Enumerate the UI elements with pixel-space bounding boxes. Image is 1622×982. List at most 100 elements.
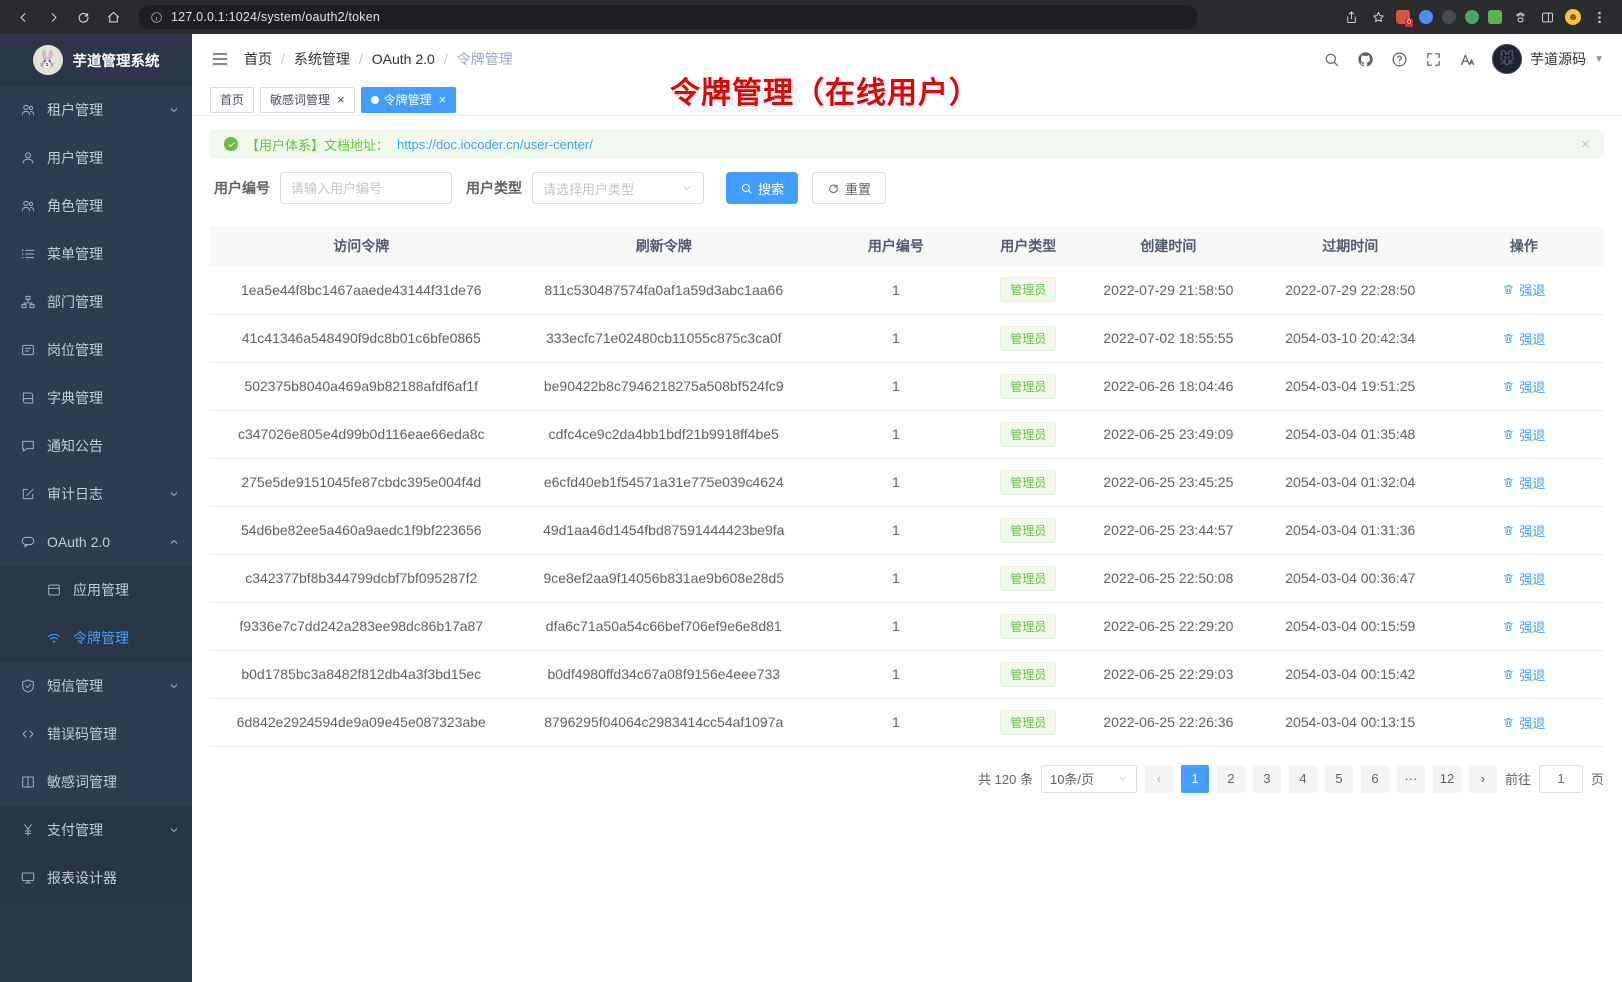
force-logout-button[interactable]: 强退 — [1502, 569, 1545, 588]
split-view-icon[interactable] — [1538, 8, 1556, 26]
extension-green-icon[interactable] — [1465, 10, 1479, 24]
sidebar-item[interactable]: 部门管理 — [0, 278, 192, 326]
page-size-select[interactable]: 10条/页 — [1041, 765, 1137, 793]
fullscreen-icon[interactable] — [1424, 50, 1442, 68]
expires-cell: 2022-07-29 22:28:50 — [1257, 266, 1444, 314]
page-button[interactable]: 6 — [1361, 765, 1389, 793]
user-menu[interactable]: 🐭 芋道源码 ▼ — [1492, 44, 1604, 74]
extension-blue-icon[interactable] — [1419, 10, 1433, 24]
sidebar-item[interactable]: 敏感词管理 — [0, 758, 192, 806]
sensitive-words-icon — [20, 774, 36, 790]
goto-page-input[interactable] — [1539, 765, 1583, 793]
browser-menu-icon[interactable] — [1590, 8, 1608, 26]
sidebar-item[interactable]: 租户管理 — [0, 86, 192, 134]
site-info-icon[interactable] — [150, 11, 163, 24]
app-logo[interactable]: 🐰 芋道管理系统 — [0, 34, 192, 86]
sidebar-item[interactable]: 菜单管理 — [0, 230, 192, 278]
sidebar-item[interactable]: 错误码管理 — [0, 710, 192, 758]
action-cell: 强退 — [1444, 602, 1604, 650]
forward-icon[interactable] — [40, 4, 66, 30]
action-cell: 强退 — [1444, 266, 1604, 314]
force-logout-button[interactable]: 强退 — [1502, 329, 1545, 348]
font-size-icon[interactable] — [1458, 50, 1476, 68]
breadcrumb-oauth[interactable]: OAuth 2.0 — [372, 51, 435, 67]
reset-button[interactable]: 重置 — [812, 172, 886, 204]
force-logout-button[interactable]: 强退 — [1502, 280, 1545, 299]
force-logout-button[interactable]: 强退 — [1502, 713, 1545, 732]
breadcrumb-home[interactable]: 首页 — [244, 49, 272, 69]
search-icon[interactable] — [1322, 50, 1340, 68]
user-type-cell: 管理员 — [977, 506, 1080, 554]
more-pages-button[interactable]: ··· — [1397, 765, 1425, 793]
tab-label: 首页 — [220, 91, 244, 108]
close-icon[interactable]: × — [337, 93, 345, 106]
page-button[interactable]: 1 — [1181, 765, 1209, 793]
tab-item[interactable]: 首页 — [210, 87, 254, 113]
refresh-token-cell: 811c530487574fa0af1a59d3abc1aa66 — [513, 266, 816, 314]
tab-item[interactable]: 敏感词管理× — [260, 87, 355, 113]
user-type-select[interactable]: 请选择用户类型 — [532, 172, 704, 204]
page-content: 【用户体系】文档地址： https://doc.iocoder.cn/user-… — [192, 116, 1622, 982]
tab-item[interactable]: 令牌管理× — [361, 87, 457, 113]
sidebar-item[interactable]: 角色管理 — [0, 182, 192, 230]
force-logout-button[interactable]: 强退 — [1502, 665, 1545, 684]
github-icon[interactable] — [1356, 50, 1374, 68]
profile-avatar[interactable]: ☻ — [1565, 9, 1581, 25]
collapse-menu-icon[interactable] — [210, 49, 230, 69]
url-text[interactable]: 127.0.0.1:1024/system/oauth2/token — [171, 10, 380, 24]
bookmark-star-icon[interactable] — [1369, 8, 1387, 26]
next-page-button[interactable]: › — [1469, 765, 1497, 793]
sidebar-item[interactable]: 岗位管理 — [0, 326, 192, 374]
home-icon[interactable] — [100, 4, 126, 30]
extension-red-icon[interactable]: 0 — [1396, 10, 1410, 24]
back-icon[interactable] — [10, 4, 36, 30]
extension-paw-icon[interactable] — [1511, 8, 1529, 26]
address-bar[interactable]: 127.0.0.1:1024/system/oauth2/token — [138, 5, 1198, 29]
created-cell: 2022-06-25 22:29:20 — [1080, 602, 1257, 650]
extension-dark-icon[interactable] — [1442, 10, 1456, 24]
sidebar-item[interactable]: 令牌管理 — [0, 614, 192, 662]
sidebar-item[interactable]: 报表设计器 — [0, 854, 192, 902]
reload-icon[interactable] — [70, 4, 96, 30]
user-type-cell: 管理员 — [977, 362, 1080, 410]
share-icon[interactable] — [1342, 8, 1360, 26]
doc-link[interactable]: https://doc.iocoder.cn/user-center/ — [397, 137, 593, 152]
sidebar-item[interactable]: 短信管理 — [0, 662, 192, 710]
page-button[interactable]: 4 — [1289, 765, 1317, 793]
close-icon[interactable]: × — [1581, 136, 1590, 153]
force-logout-button[interactable]: 强退 — [1502, 473, 1545, 492]
extension-puzzle-icon[interactable] — [1488, 10, 1502, 24]
breadcrumb-system[interactable]: 系统管理 — [294, 49, 350, 69]
force-logout-button[interactable]: 强退 — [1502, 617, 1545, 636]
close-icon[interactable]: × — [439, 93, 447, 106]
user-type-cell: 管理员 — [977, 554, 1080, 602]
page-button[interactable]: 12 — [1433, 765, 1461, 793]
sidebar-item[interactable]: 支付管理 — [0, 806, 192, 854]
sidebar-item[interactable]: 审计日志 — [0, 470, 192, 518]
force-logout-button[interactable]: 强退 — [1502, 377, 1545, 396]
sidebar-item[interactable]: 字典管理 — [0, 374, 192, 422]
sidebar-item[interactable]: 用户管理 — [0, 134, 192, 182]
pagination: 共 120 条 10条/页 ‹ 123456···12 › 前往 页 — [210, 765, 1604, 793]
user-id-input[interactable] — [280, 172, 452, 204]
page-button[interactable]: 3 — [1253, 765, 1281, 793]
search-button[interactable]: 搜索 — [726, 172, 798, 204]
action-cell: 强退 — [1444, 362, 1604, 410]
table-row: b0d1785bc3a8482f812db4a3f3bd15ec b0df498… — [210, 650, 1604, 698]
sidebar-item[interactable]: 通知公告 — [0, 422, 192, 470]
sidebar-item[interactable]: 应用管理 — [0, 566, 192, 614]
dict-book-icon — [20, 390, 36, 406]
force-logout-button[interactable]: 强退 — [1502, 425, 1545, 444]
prev-page-button[interactable]: ‹ — [1145, 765, 1173, 793]
page-button[interactable]: 5 — [1325, 765, 1353, 793]
user-type-badge: 管理员 — [1000, 422, 1056, 447]
menu-list-icon — [20, 246, 36, 262]
help-icon[interactable] — [1390, 50, 1408, 68]
force-logout-label: 强退 — [1519, 521, 1545, 540]
sidebar-menu: 租户管理用户管理角色管理菜单管理部门管理岗位管理字典管理通知公告审计日志OAut… — [0, 86, 192, 902]
page-button[interactable]: 2 — [1217, 765, 1245, 793]
force-logout-button[interactable]: 强退 — [1502, 521, 1545, 540]
user-type-badge: 管理员 — [1000, 374, 1056, 399]
sidebar-item[interactable]: OAuth 2.0 — [0, 518, 192, 566]
force-logout-label: 强退 — [1519, 377, 1545, 396]
